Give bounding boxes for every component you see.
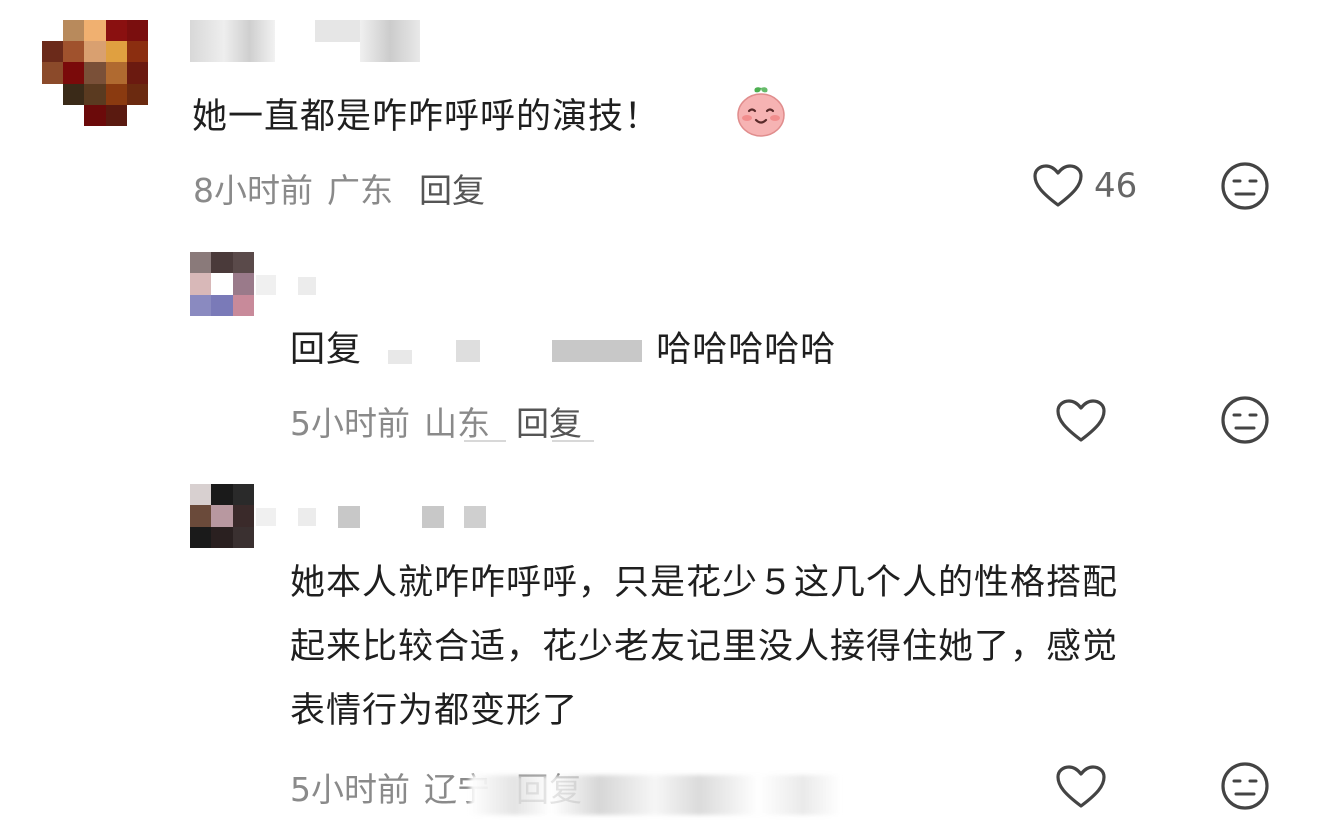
watermark-blur	[470, 775, 840, 815]
meh-face-icon[interactable]	[1220, 395, 1270, 445]
avatar[interactable]	[190, 252, 254, 316]
heart-outline-icon[interactable]	[1055, 398, 1107, 444]
username-blurred[interactable]	[256, 275, 326, 295]
reply-button[interactable]: 回复	[419, 171, 485, 210]
mentioned-user-blurred[interactable]	[374, 336, 644, 366]
comment-time: 5小时前	[290, 770, 410, 809]
reply-button[interactable]: 回复	[516, 404, 582, 443]
comment-text: 她本人就咋咋呼呼，只是花少５这几个人的性格搭配 起来比较合适，花少老友记里没人接…	[290, 551, 1270, 743]
meh-face-icon[interactable]	[1220, 161, 1270, 211]
comment-line: 起来比较合适，花少老友记里没人接得住她了，感觉	[290, 627, 1119, 667]
avatar[interactable]	[42, 20, 148, 126]
smiling-face-emoji	[737, 87, 785, 137]
comment-meta: 5小时前 山东 回复	[290, 397, 582, 445]
comment-time: 8小时前	[193, 171, 313, 210]
comment-region: 广东	[327, 171, 393, 210]
comment-time: 5小时前	[290, 404, 410, 443]
username-blurred[interactable]	[256, 506, 496, 528]
reply-prefix: 回复	[290, 330, 363, 370]
heart-outline-icon[interactable]	[1055, 764, 1107, 810]
divider	[464, 440, 506, 442]
comment-region: 山东	[424, 404, 490, 443]
meh-face-icon[interactable]	[1220, 761, 1270, 811]
username-blurred[interactable]	[190, 20, 430, 62]
divider	[552, 440, 594, 442]
comment-text: 回复 哈哈哈哈哈	[290, 330, 837, 370]
heart-outline-icon[interactable]	[1032, 163, 1084, 209]
avatar[interactable]	[190, 484, 254, 548]
comment-line: 表情行为都变形了	[290, 691, 579, 731]
comment-meta: 8小时前 广东 回复	[193, 164, 485, 212]
like-count: 46	[1094, 166, 1138, 206]
comment-text: 她一直都是咋咋呼呼的演技！	[192, 97, 661, 137]
comment-line: 她本人就咋咋呼呼，只是花少５这几个人的性格搭配	[290, 563, 1119, 603]
